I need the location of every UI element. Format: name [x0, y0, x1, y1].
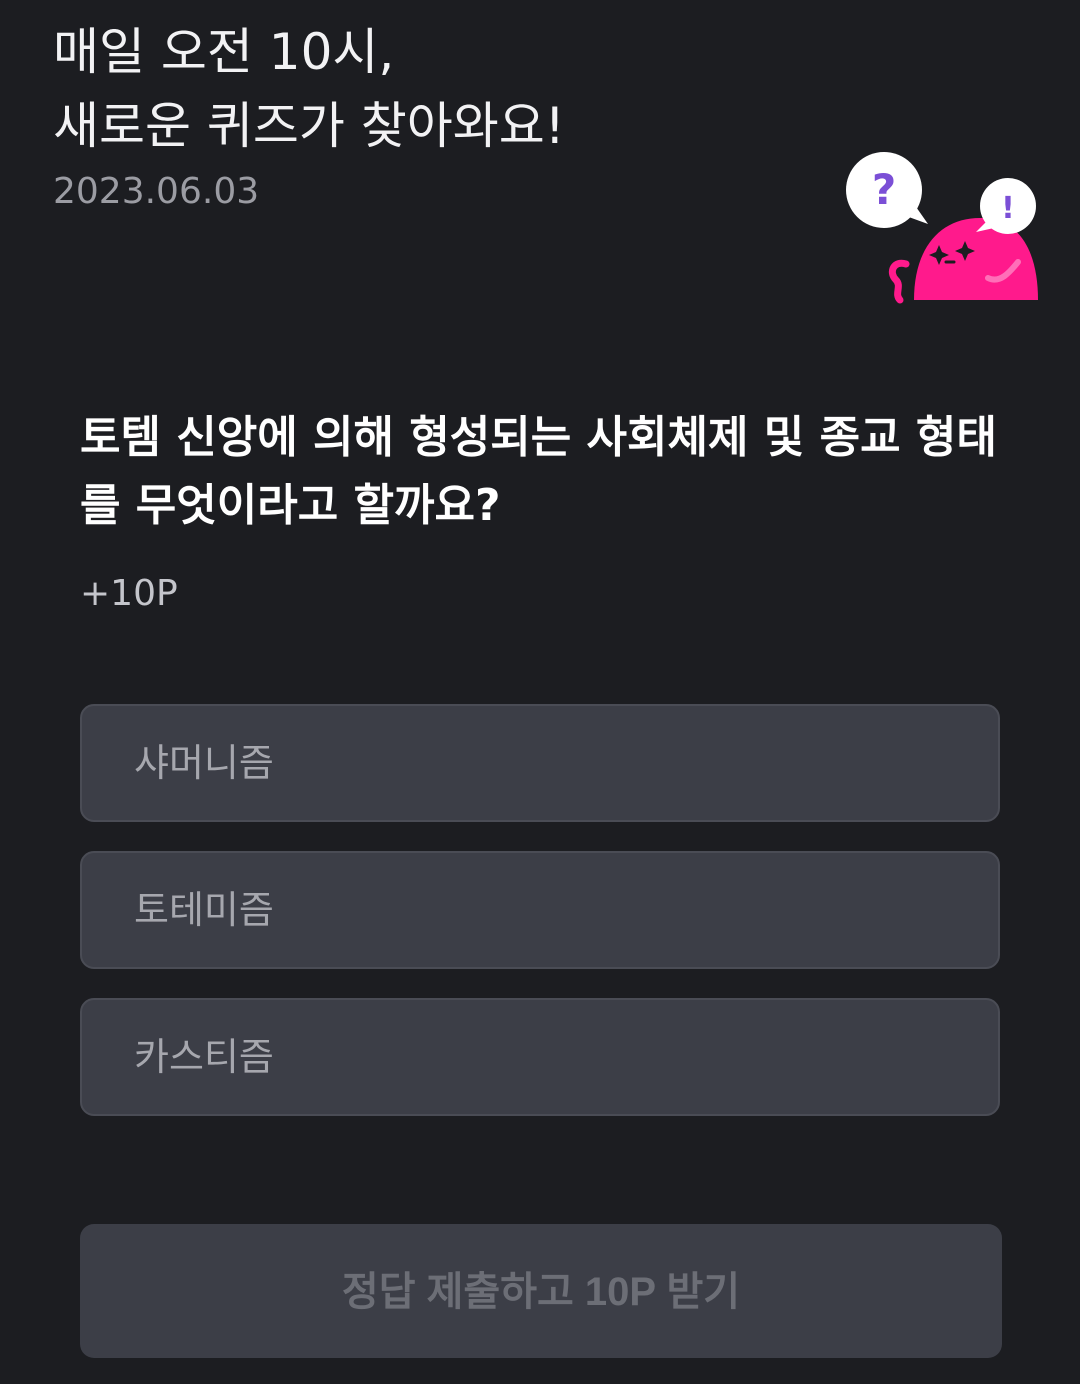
- quiz-reward-points: +10P: [80, 573, 178, 614]
- submit-answer-label: 정답 제출하고 10P 받기: [341, 1270, 741, 1314]
- header-title-line1: 매일 오전 10시,: [53, 23, 395, 81]
- submit-answer-button[interactable]: 정답 제출하고 10P 받기: [80, 1224, 1002, 1358]
- question-bubble-icon: ?: [846, 152, 928, 228]
- answer-option-label: 카스티즘: [134, 1035, 274, 1079]
- quiz-character-icon: ? !: [846, 152, 1038, 304]
- exclamation-mark-glyph: !: [1001, 191, 1015, 226]
- exclamation-bubble-icon: !: [976, 178, 1036, 234]
- answer-option-label: 샤머니즘: [134, 741, 274, 785]
- quiz-date: 2023.06.03: [53, 171, 260, 212]
- answer-option-label: 토테미즘: [134, 888, 274, 932]
- answer-option-1[interactable]: 샤머니즘: [80, 704, 1000, 822]
- question-mark-glyph: ?: [872, 165, 896, 214]
- answer-option-3[interactable]: 카스티즘: [80, 998, 1000, 1116]
- header-title-line2: 새로운 퀴즈가 찾아와요!: [53, 97, 565, 155]
- answer-option-2[interactable]: 토테미즘: [80, 851, 1000, 969]
- quiz-question: 토템 신앙에 의해 형성되는 사회체제 및 종교 형태를 무엇이라고 할까요?: [80, 412, 997, 531]
